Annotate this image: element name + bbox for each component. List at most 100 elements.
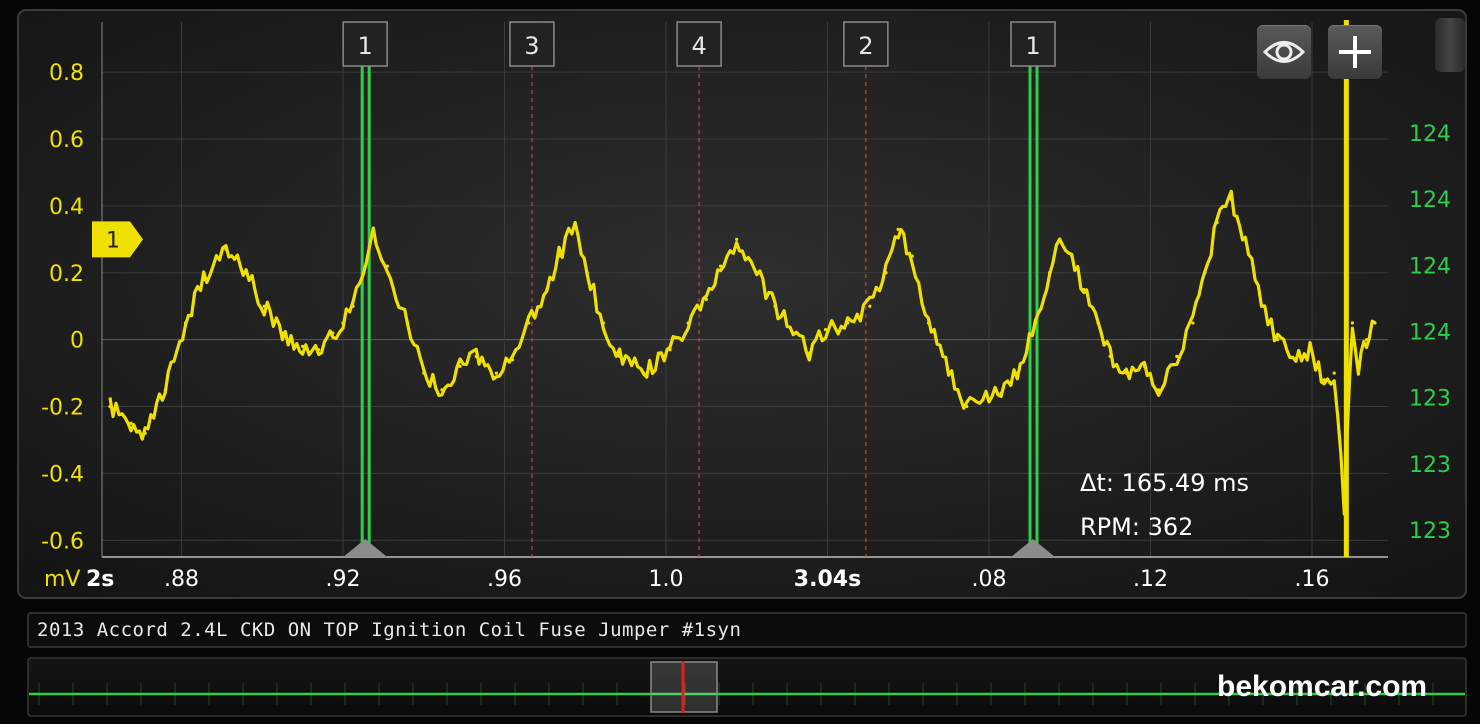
waveform-point bbox=[331, 331, 335, 335]
waveform-point bbox=[108, 404, 112, 409]
y-tick-label-3: 0.2 bbox=[49, 262, 84, 287]
waveform-point bbox=[557, 254, 561, 258]
waveform-point bbox=[1124, 371, 1128, 375]
waveform-point bbox=[361, 271, 365, 275]
waveform-point bbox=[773, 304, 777, 308]
waveform-point bbox=[846, 321, 850, 325]
right-axis-label-1: 124 bbox=[1409, 188, 1451, 213]
waveform-point bbox=[1033, 321, 1038, 325]
waveform-point bbox=[999, 391, 1003, 395]
waveform-point bbox=[601, 321, 606, 325]
x-tick-label-5: .08 bbox=[971, 567, 1006, 592]
y-tick-label-0: 0.8 bbox=[49, 61, 84, 86]
waveform-point bbox=[668, 348, 672, 352]
waveform-point bbox=[224, 247, 228, 251]
waveform-point bbox=[807, 351, 811, 355]
rpm-readout: RPM: 362 bbox=[1080, 513, 1193, 541]
waveform-point bbox=[1294, 358, 1298, 362]
eye-icon bbox=[1262, 41, 1306, 63]
waveform-point bbox=[704, 297, 708, 302]
waveform-point bbox=[1332, 371, 1336, 375]
waveform-point bbox=[494, 371, 499, 375]
panel-drag-handle[interactable] bbox=[1435, 18, 1465, 72]
waveform-point bbox=[1203, 271, 1207, 275]
waveform-point bbox=[1308, 348, 1312, 352]
right-axis-label-3: 124 bbox=[1409, 321, 1451, 346]
y-tick-label-1: 0.6 bbox=[49, 128, 84, 153]
waveform-point bbox=[422, 371, 426, 375]
x-tick-label-4: 3.04s bbox=[794, 567, 861, 592]
waveform-point bbox=[1108, 354, 1112, 358]
waveform-point bbox=[1082, 287, 1086, 292]
waveform-point bbox=[947, 371, 951, 375]
waveform-point bbox=[1356, 364, 1361, 369]
waveform-point bbox=[1070, 254, 1074, 258]
x-tick-label-2: .96 bbox=[487, 567, 522, 592]
delta-time-readout: Δt: 165.49 ms bbox=[1080, 469, 1249, 497]
trigger-label: 1 bbox=[106, 228, 120, 253]
waveform-point bbox=[440, 388, 444, 392]
waveform-point bbox=[755, 271, 759, 275]
waveform-point bbox=[585, 271, 589, 275]
waveform-point bbox=[1243, 237, 1247, 241]
recording-caption: 2013 Accord 2.4L CKD ON TOP Ignition Coi… bbox=[37, 619, 742, 641]
y-tick-label-5: -0.2 bbox=[41, 396, 84, 421]
x-tick-label-6: .12 bbox=[1133, 567, 1168, 592]
visibility-button[interactable] bbox=[1257, 25, 1311, 79]
waveform-point bbox=[129, 421, 133, 425]
plot-background bbox=[17, 9, 1467, 599]
caption-bar: 2013 Accord 2.4L CKD ON TOP Ignition Coi… bbox=[27, 612, 1467, 648]
waveform-point bbox=[791, 331, 795, 335]
waveform-point bbox=[280, 331, 285, 335]
waveform-point bbox=[1015, 371, 1019, 375]
marker-label-4: 1 bbox=[1025, 32, 1040, 60]
x-tick-label-7: .16 bbox=[1295, 567, 1330, 592]
waveform-point bbox=[718, 264, 723, 268]
y-tick-label-6: -0.4 bbox=[41, 462, 84, 487]
waveform-point bbox=[1215, 221, 1219, 225]
waveform-point bbox=[1191, 321, 1195, 325]
waveform-point bbox=[244, 271, 248, 275]
right-axis-label-6: 123 bbox=[1409, 519, 1451, 544]
right-axis-label-0: 124 bbox=[1409, 122, 1451, 147]
waveform-point bbox=[823, 328, 828, 332]
waveform-point bbox=[527, 321, 531, 325]
waveform-point bbox=[1142, 364, 1147, 369]
marker-label-3: 2 bbox=[858, 32, 873, 60]
waveform-point bbox=[1350, 321, 1354, 325]
waveform-point bbox=[300, 344, 305, 348]
waveform-point bbox=[1175, 354, 1179, 358]
y-tick-label-2: 0.4 bbox=[49, 195, 84, 220]
waveform-point bbox=[868, 304, 872, 308]
waveform-point bbox=[1373, 321, 1377, 325]
marker-label-0: 1 bbox=[358, 32, 373, 60]
waveform-point bbox=[1047, 271, 1052, 275]
plus-icon bbox=[1339, 36, 1371, 68]
waveform-point bbox=[735, 237, 739, 241]
waveform-point bbox=[510, 358, 515, 362]
waveform-point bbox=[686, 321, 690, 325]
waveform-point bbox=[202, 277, 206, 282]
waveform-point bbox=[341, 321, 345, 325]
waveform-point bbox=[617, 354, 622, 358]
waveform-point bbox=[474, 354, 478, 358]
waveform-point bbox=[545, 287, 549, 292]
waveform-point bbox=[1322, 378, 1326, 382]
waveform-point bbox=[405, 321, 410, 325]
waveform-point bbox=[1364, 338, 1369, 342]
waveform-point bbox=[183, 321, 188, 325]
waveform-point bbox=[1259, 304, 1264, 308]
y-tick-label-7: -0.6 bbox=[41, 529, 84, 554]
right-axis-label-5: 123 bbox=[1409, 453, 1451, 478]
waveform-point bbox=[1058, 237, 1062, 241]
right-axis-label-2: 124 bbox=[1409, 254, 1451, 279]
timebase-label: 2s bbox=[86, 567, 114, 592]
right-axis-label-4: 123 bbox=[1409, 387, 1451, 412]
waveform-point bbox=[896, 227, 900, 231]
waveform-point bbox=[965, 404, 969, 409]
waveform-point bbox=[351, 304, 355, 308]
y-axis-unit: mV bbox=[44, 567, 80, 592]
waveform-point bbox=[884, 271, 888, 275]
waveform-point bbox=[371, 231, 375, 235]
add-button[interactable] bbox=[1328, 25, 1382, 79]
